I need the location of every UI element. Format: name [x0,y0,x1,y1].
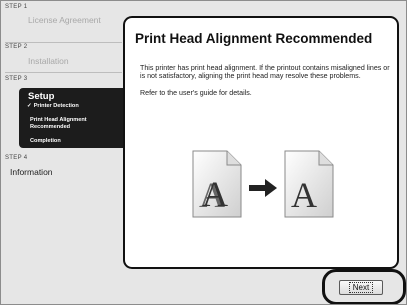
body-paragraph: This printer has print head alignment. I… [140,64,390,81]
substep-printer-detection: ✓ Printer Detection [27,103,79,109]
step-3-title: Setup [28,91,55,102]
step-2-title: Installation [28,56,69,66]
substep-print-head-alignment: Print Head Alignment Recommended [30,117,87,130]
aligned-page-icon: A [284,150,334,218]
substep-completion: Completion [30,138,61,144]
svg-text:A: A [202,174,228,214]
alignment-illustration: A A A [192,150,334,218]
next-button[interactable]: Next [339,280,383,295]
step-1-label: STEP 1 [5,4,28,10]
arrow-icon [249,179,277,197]
step-1-title: License Agreement [28,15,101,25]
page-title: Print Head Alignment Recommended [135,31,373,46]
step-2-label: STEP 2 [5,44,28,50]
step-sidebar: STEP 1 License Agreement STEP 2 Installa… [1,1,126,304]
checkmark-icon: ✓ [27,103,32,109]
misaligned-page-icon: A A [192,150,242,218]
description-text: This printer has print head alignment. I… [140,64,392,105]
step-4-label: STEP 4 [5,155,28,161]
body-paragraph: Refer to the user's guide for details. [140,88,252,97]
step-3-label: STEP 3 [5,76,28,82]
current-step-setup: Setup ✓ Printer Detection Print Head Alig… [19,88,126,148]
aligned-letter: A [291,175,317,215]
step-4-title: Information [10,167,53,177]
content-panel: Print Head Alignment Recommended This pr… [123,16,399,269]
divider [5,42,122,43]
divider [5,72,122,73]
installer-window: STEP 1 License Agreement STEP 2 Installa… [0,0,407,305]
